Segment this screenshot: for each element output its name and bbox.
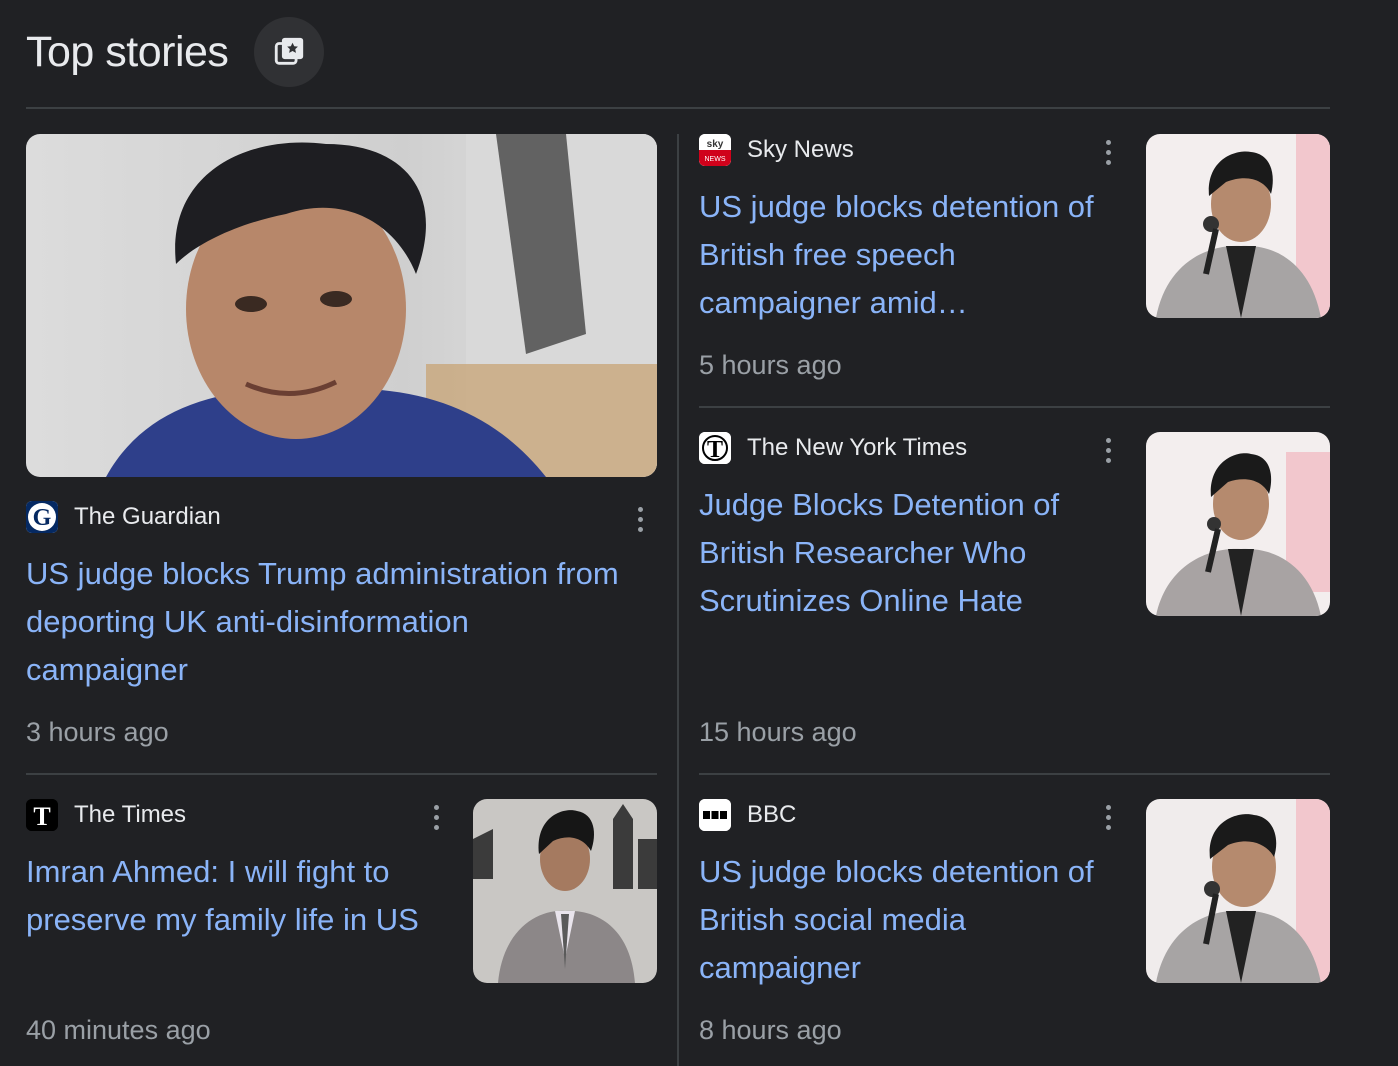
headline-line: campaigner — [26, 652, 188, 687]
story-thumbnail[interactable] — [1146, 432, 1330, 616]
headline-line: British free speech — [699, 237, 956, 272]
more-options-button[interactable] — [426, 800, 446, 834]
sky-news-logo-icon: sky NEWS — [699, 134, 731, 166]
headline-line: British Researcher Who — [699, 535, 1027, 570]
story-headline[interactable]: Judge Blocks Detention of British Resear… — [699, 481, 1129, 625]
story-headline[interactable]: US judge blocks Trump administration fro… — [26, 550, 666, 694]
story-source[interactable]: sky NEWS Sky News — [699, 133, 854, 167]
story-source[interactable]: G The Guardian — [26, 500, 221, 534]
headline-line: Imran Ahmed: I will fight to — [26, 854, 390, 889]
bbc-logo-icon — [699, 799, 731, 831]
source-name: Sky News — [747, 136, 854, 163]
more-options-button[interactable] — [1098, 433, 1118, 467]
section-title: Top stories — [26, 27, 229, 76]
story-divider — [699, 406, 1330, 408]
headline-line: Scrutinizes Online Hate — [699, 583, 1023, 618]
story-source[interactable]: T The Times — [26, 798, 186, 832]
more-options-button[interactable] — [630, 502, 650, 536]
more-options-button[interactable] — [1098, 135, 1118, 169]
column-divider — [677, 134, 679, 1066]
story-thumbnail[interactable] — [1146, 134, 1330, 318]
guardian-logo-icon: G — [26, 501, 58, 533]
headline-line: US judge blocks detention of — [699, 854, 1094, 889]
story-headline[interactable]: US judge blocks detention of British fre… — [699, 183, 1129, 327]
more-options-button[interactable] — [1098, 800, 1118, 834]
headline-line: preserve my family life in US — [26, 902, 419, 937]
story-headline[interactable]: US judge blocks detention of British soc… — [699, 848, 1129, 992]
story-time: 3 hours ago — [26, 717, 169, 747]
svg-text:sky: sky — [707, 139, 724, 150]
headline-line: campaigner — [699, 950, 861, 985]
source-name: The Times — [74, 801, 187, 828]
top-stories-header: Top stories — [26, 17, 325, 87]
nyt-logo-icon: T — [699, 432, 731, 464]
source-name: The New York Times — [747, 434, 968, 461]
headline-line: Judge Blocks Detention of — [699, 487, 1060, 522]
story-divider — [26, 773, 657, 775]
story-source[interactable]: BBC — [699, 798, 796, 832]
the-times-logo-icon: T — [26, 799, 58, 831]
headline-line: US judge blocks Trump administration fro… — [26, 556, 619, 591]
svg-text:G: G — [33, 505, 52, 531]
story-thumbnail[interactable] — [26, 134, 657, 477]
headline-line: British social media — [699, 902, 967, 937]
header-divider — [26, 107, 1330, 109]
story-thumbnail[interactable] — [473, 799, 657, 983]
story-source[interactable]: T The New York Times — [699, 431, 967, 465]
source-name: The Guardian — [74, 503, 221, 530]
source-name: BBC — [747, 801, 797, 828]
story-headline[interactable]: Imran Ahmed: I will fight to preserve my… — [26, 848, 456, 944]
story-time: 5 hours ago — [699, 350, 842, 380]
view-more-stories-button[interactable] — [254, 17, 325, 87]
story-time: 8 hours ago — [699, 1015, 842, 1045]
svg-text:NEWS: NEWS — [705, 156, 726, 163]
story-time: 15 hours ago — [699, 717, 857, 747]
headline-line: campaigner amid… — [699, 285, 968, 320]
headline-line: deporting UK anti-disinformation — [26, 604, 469, 639]
view-more-stories-icon — [275, 37, 304, 65]
story-time: 40 minutes ago — [26, 1015, 211, 1045]
svg-text:T: T — [33, 802, 50, 831]
headline-line: US judge blocks detention of — [699, 189, 1094, 224]
story-divider — [699, 773, 1330, 775]
story-thumbnail[interactable] — [1146, 799, 1330, 983]
